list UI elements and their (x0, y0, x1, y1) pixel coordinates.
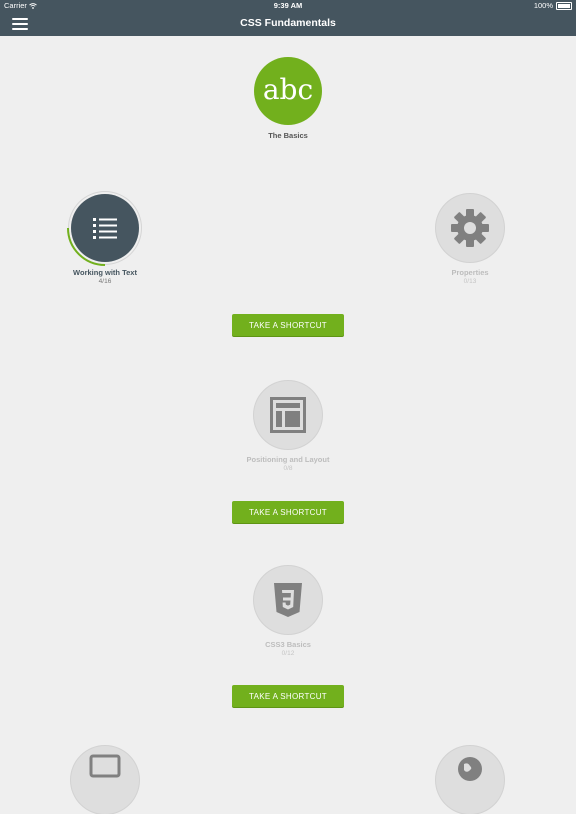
lesson-label: Working with Text (73, 268, 137, 277)
layout-icon (270, 397, 306, 433)
lesson-label: The Basics (268, 131, 308, 140)
lesson-label: Positioning and Layout (246, 455, 330, 464)
lesson-progress: 0/13 (463, 278, 477, 285)
page-title: CSS Fundamentals (240, 17, 336, 29)
lesson-circle[interactable] (67, 194, 139, 266)
status-time: 9:39 AM (273, 1, 303, 10)
lesson-css3-basics[interactable]: CSS3 Basics 0/12 (218, 566, 358, 657)
lesson-the-basics[interactable]: abc The Basics (218, 57, 358, 140)
lesson-circle[interactable] (254, 566, 322, 634)
battery-icon (556, 1, 572, 10)
battery-percent: 100% (533, 1, 553, 10)
lesson-bottom-left[interactable] (35, 746, 175, 814)
lesson-circle[interactable] (436, 194, 504, 262)
gear-icon (451, 209, 489, 247)
abc-icon: abc (262, 72, 314, 106)
lesson-circle[interactable]: abc (254, 57, 322, 125)
lesson-progress: 4/16 (98, 278, 112, 285)
status-bar: Carrier 9:39 AM 100% (0, 0, 576, 12)
battery-indicator: 100% (534, 1, 572, 10)
lesson-properties[interactable]: Properties 0/13 (400, 194, 540, 285)
lesson-circle[interactable] (436, 746, 504, 814)
monitor-icon (89, 754, 121, 778)
lesson-label: CSS3 Basics (265, 640, 311, 649)
lesson-circle[interactable] (254, 381, 322, 449)
take-shortcut-button[interactable]: TAKE A SHORTCUT (232, 314, 344, 336)
take-shortcut-button[interactable]: TAKE A SHORTCUT (232, 501, 344, 523)
lesson-circle[interactable] (71, 746, 139, 814)
lesson-bottom-right[interactable] (400, 746, 540, 814)
progress-ring (67, 227, 106, 266)
lesson-progress: 0/12 (281, 650, 295, 657)
css3-shield-icon (274, 583, 302, 617)
lesson-progress: 0/8 (283, 465, 293, 472)
lesson-positioning-and-layout[interactable]: Positioning and Layout 0/8 (218, 381, 358, 472)
take-shortcut-button[interactable]: TAKE A SHORTCUT (232, 685, 344, 707)
lesson-working-with-text[interactable]: Working with Text 4/16 (35, 194, 175, 285)
nav-bar: CSS Fundamentals (0, 12, 576, 36)
globe-icon (458, 757, 482, 781)
lesson-label: Properties (451, 268, 489, 277)
